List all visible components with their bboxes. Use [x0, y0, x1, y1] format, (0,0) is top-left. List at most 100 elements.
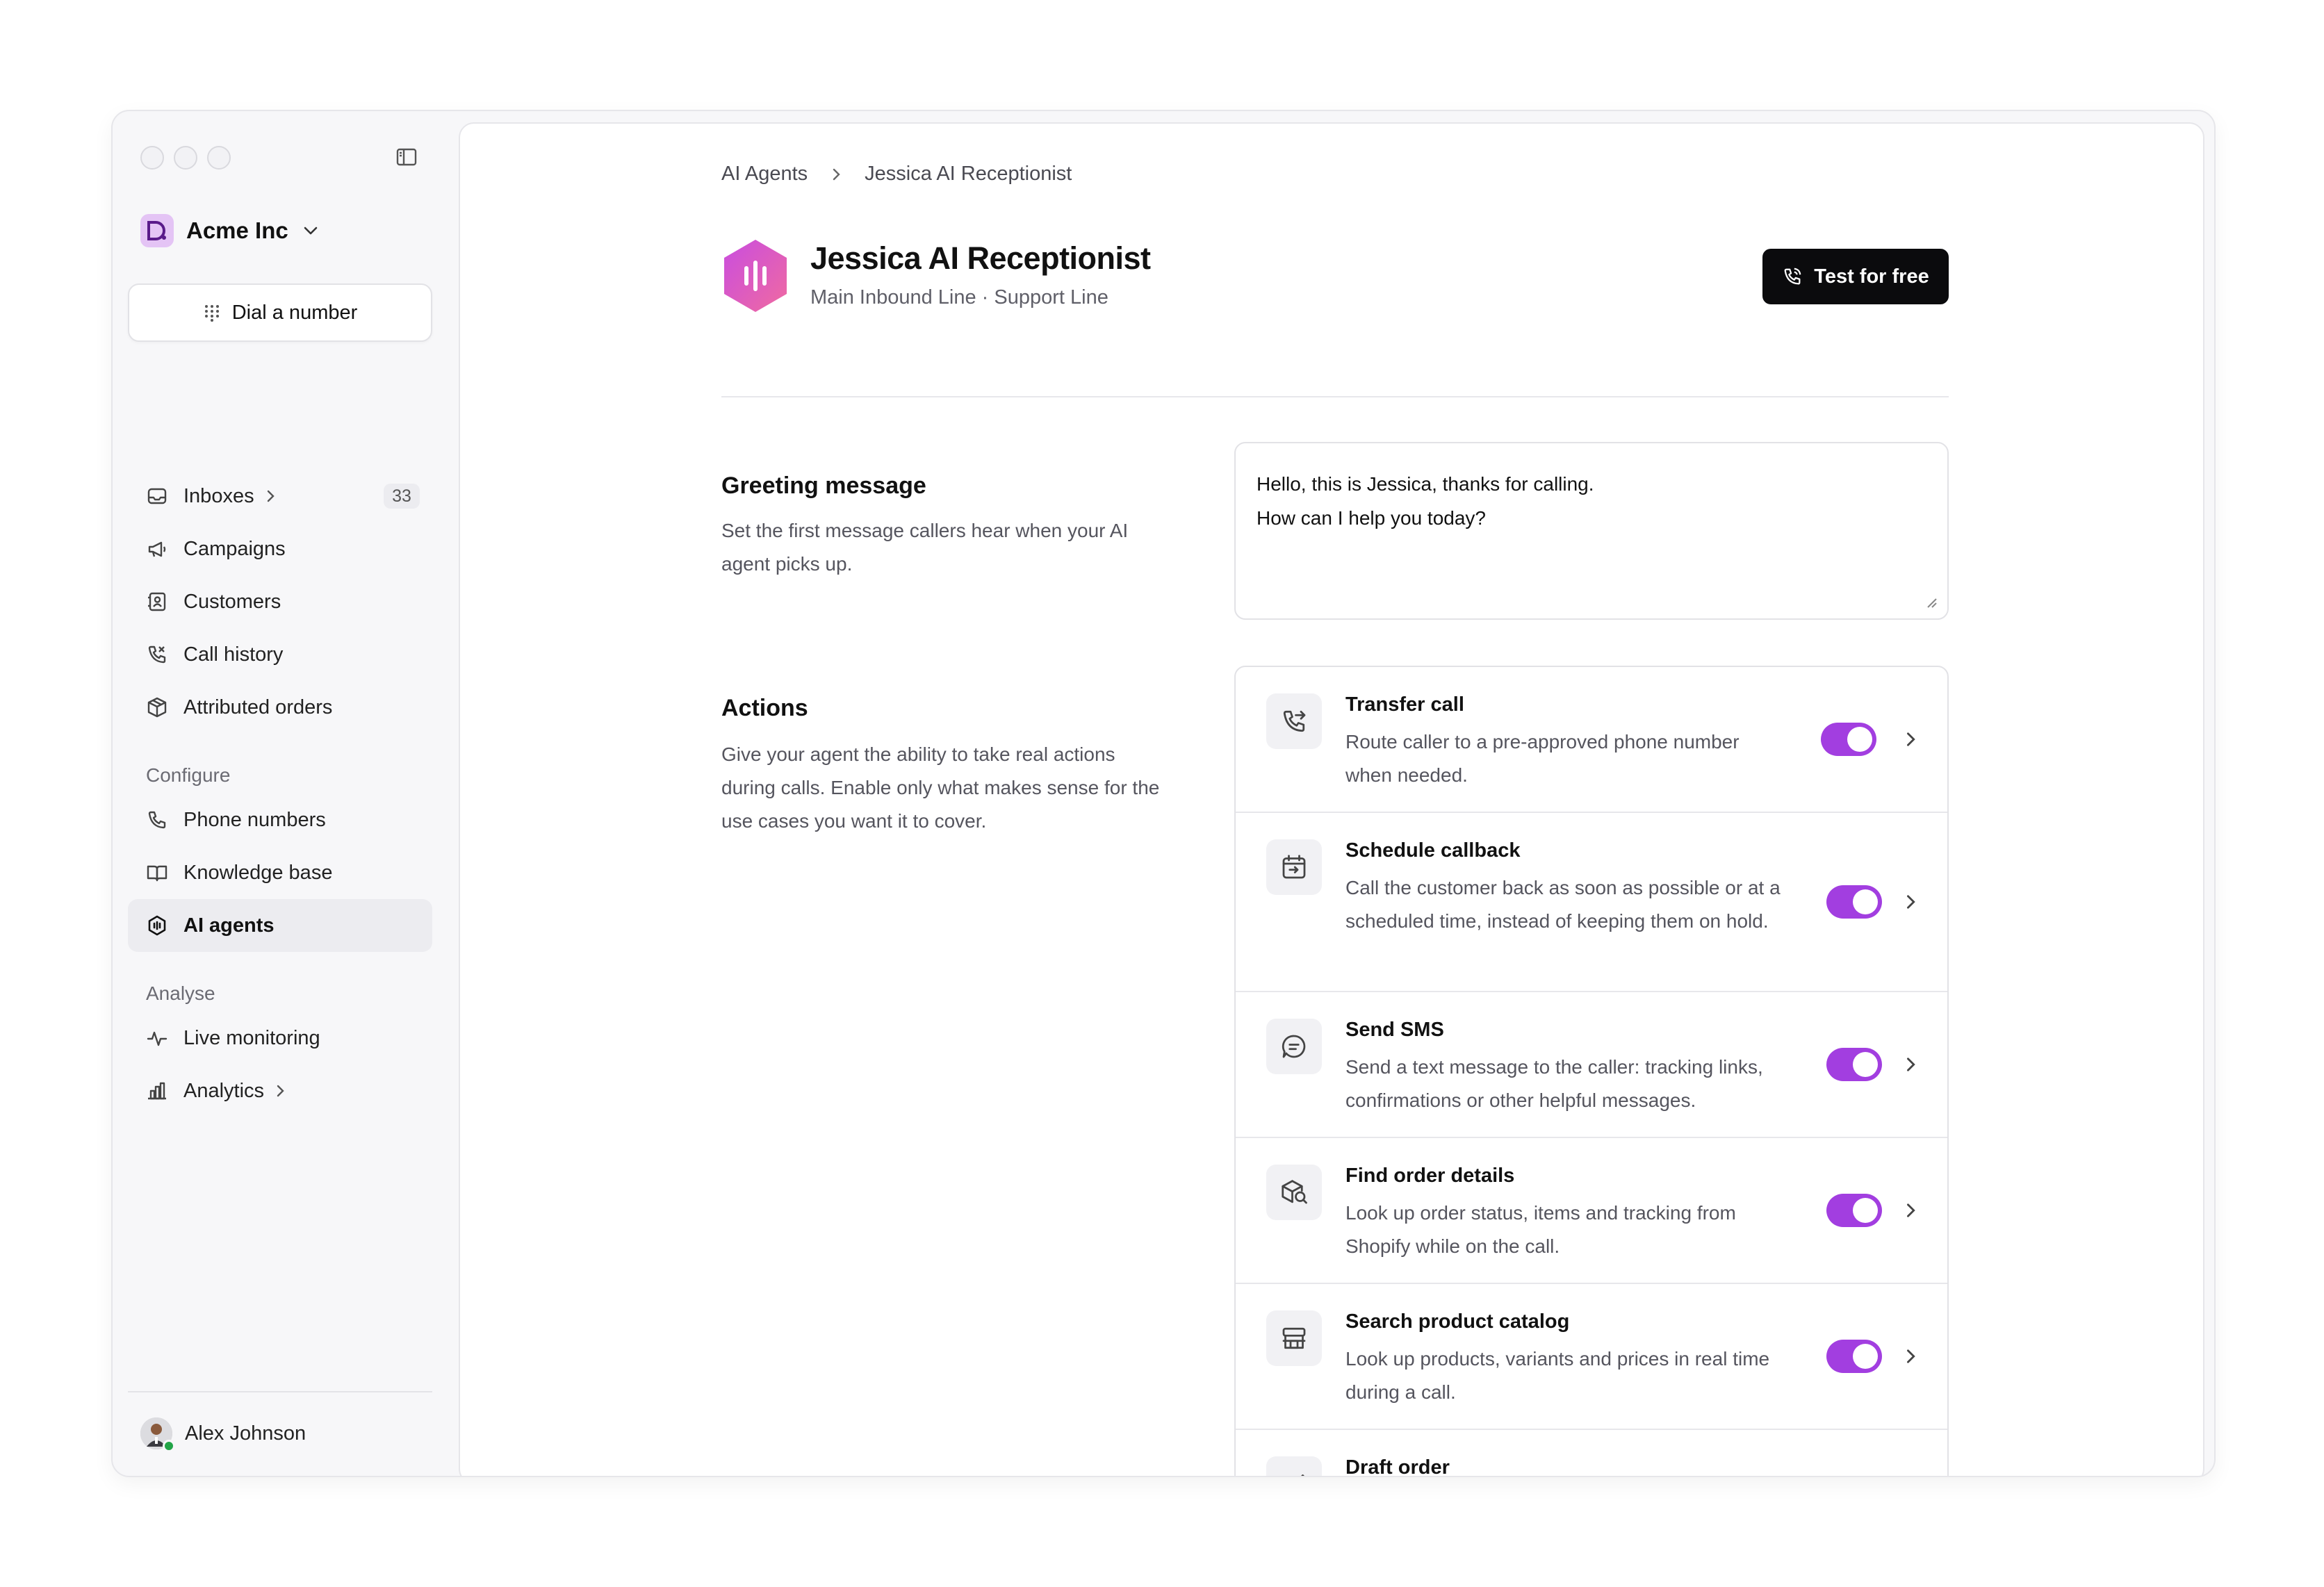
sidebar-item-label: Call history	[183, 643, 284, 666]
action-title: Draft order	[1345, 1456, 1450, 1477]
box-icon	[147, 697, 167, 718]
chevron-right-icon	[833, 168, 840, 180]
action-title: Search product catalog	[1345, 1310, 1570, 1333]
dial-number-button[interactable]: Dial a number	[128, 283, 432, 342]
breadcrumb: AI Agents Jessica AI Receptionist	[721, 163, 1072, 186]
chevron-right-icon	[267, 490, 275, 502]
sidebar-item-label: Analytics	[183, 1079, 265, 1102]
resize-handle-icon[interactable]	[1925, 596, 1938, 609]
action-icon	[1266, 839, 1322, 895]
sidebar-item-attributed-orders[interactable]: Attributed orders	[128, 681, 432, 734]
chevron-right-icon[interactable]	[1901, 1201, 1920, 1219]
package-search-icon	[1282, 1180, 1307, 1204]
chevron-right-icon[interactable]	[1901, 1347, 1920, 1365]
actions-section-title: Actions	[721, 695, 808, 721]
search-product-catalog-toggle[interactable]	[1826, 1340, 1882, 1373]
action-search-product-catalog[interactable]: Search product catalog Look up products,…	[1236, 1284, 1947, 1430]
actions-list: Transfer call Route caller to a pre-appr…	[1234, 666, 1949, 1477]
sidebar-divider	[128, 1391, 432, 1392]
test-for-free-button[interactable]: Test for free	[1762, 249, 1949, 304]
sidebar-toggle-icon[interactable]	[396, 147, 417, 167]
action-schedule-callback[interactable]: Schedule callback Call the customer back…	[1236, 813, 1947, 992]
greeting-message-textarea[interactable]: Hello, this is Jessica, thanks for calli…	[1234, 442, 1949, 620]
sidebar-item-label: Customers	[183, 590, 281, 613]
workspace-switcher[interactable]: Acme Inc	[140, 214, 320, 247]
configure-section-label: Configure	[146, 764, 231, 786]
inbox-icon	[147, 488, 167, 504]
sidebar-item-live-monitoring[interactable]: Live monitoring	[128, 1012, 432, 1064]
calendar-callback-icon	[1282, 855, 1306, 879]
phone-transfer-icon	[1283, 710, 1306, 732]
store-icon	[1282, 1327, 1306, 1349]
action-transfer-call[interactable]: Transfer call Route caller to a pre-appr…	[1236, 667, 1947, 813]
book-icon	[147, 865, 167, 882]
keypad-icon	[204, 305, 219, 322]
agent-phone-lines: Main Inbound Line · Support Line	[810, 286, 1108, 309]
chevron-right-icon[interactable]	[1901, 893, 1920, 911]
breadcrumb-current: Jessica AI Receptionist	[865, 163, 1072, 185]
send-sms-toggle[interactable]	[1826, 1048, 1882, 1081]
sidebar-item-call-history[interactable]: Call history	[128, 628, 432, 681]
action-description: Call the customer back as soon as possib…	[1345, 877, 1781, 932]
action-title: Schedule callback	[1345, 839, 1521, 862]
analyse-section-label: Analyse	[146, 982, 215, 1004]
sidebar-item-ai-agents[interactable]: AI agents	[128, 899, 432, 952]
megaphone-icon	[148, 541, 166, 557]
sidebar-item-label: Live monitoring	[183, 1026, 320, 1049]
app-window: Acme Inc Dial a number Inboxes 33 Campai…	[111, 110, 2216, 1477]
user-name: Alex Johnson	[185, 1422, 306, 1445]
inbox-count-badge: 33	[384, 484, 420, 509]
sidebar-item-label: AI agents	[183, 914, 275, 937]
action-description: Send a text message to the caller: track…	[1345, 1056, 1763, 1111]
action-icon	[1266, 1310, 1322, 1366]
window-minimize-button[interactable]	[174, 146, 197, 170]
action-description: Look up products, variants and prices in…	[1345, 1348, 1770, 1403]
message-icon	[1282, 1035, 1306, 1058]
chevron-down-icon	[304, 227, 318, 235]
transfer-call-toggle[interactable]	[1821, 723, 1876, 756]
edit-order-icon	[1301, 1474, 1304, 1476]
breadcrumb-link-ai-agents[interactable]: AI Agents	[721, 163, 808, 186]
agent-header: Jessica AI Receptionist Main Inbound Lin…	[721, 238, 1949, 321]
sidebar-item-campaigns[interactable]: Campaigns	[128, 523, 432, 575]
dial-number-label: Dial a number	[231, 301, 358, 324]
action-send-sms[interactable]: Send SMS Send a text message to the call…	[1236, 992, 1947, 1138]
workspace-name: Acme Inc	[186, 217, 288, 243]
greeting-section-title: Greeting message	[721, 472, 926, 499]
greeting-line-1: Hello, this is Jessica, thanks for calli…	[1257, 473, 1594, 495]
action-icon	[1266, 1165, 1322, 1220]
action-description: Route caller to a pre-approved phone num…	[1345, 731, 1740, 786]
sidebar-item-inboxes[interactable]: Inboxes 33	[128, 470, 432, 523]
action-draft-order[interactable]: Draft order	[1236, 1430, 1947, 1477]
contacts-icon	[148, 592, 166, 611]
sidebar-item-label: Phone numbers	[183, 808, 326, 831]
sidebar-item-label: Campaigns	[183, 537, 286, 560]
chevron-right-icon	[277, 1085, 284, 1097]
main-panel: AI Agents Jessica AI Receptionist Jessic…	[459, 122, 2204, 1477]
action-find-order-details[interactable]: Find order details Look up order status,…	[1236, 1138, 1947, 1284]
sidebar-item-customers[interactable]: Customers	[128, 575, 432, 628]
greeting-section-description: Set the first message callers hear when …	[721, 520, 1129, 575]
greeting-line-2: How can I help you today?	[1257, 507, 1486, 529]
bar-chart-icon	[148, 1082, 166, 1100]
sidebar-item-label: Attributed orders	[183, 696, 333, 718]
ai-agent-icon	[148, 915, 166, 936]
avatar	[140, 1417, 175, 1452]
window-maximize-button[interactable]	[207, 146, 231, 170]
action-title: Find order details	[1345, 1165, 1515, 1187]
action-icon	[1266, 693, 1322, 749]
find-order-details-toggle[interactable]	[1826, 1194, 1882, 1227]
action-icon	[1266, 1456, 1322, 1476]
sidebar-item-phone-numbers[interactable]: Phone numbers	[128, 794, 432, 846]
phone-call-icon	[1784, 268, 1801, 285]
sidebar-item-analytics[interactable]: Analytics	[128, 1064, 432, 1117]
user-profile[interactable]: Alex Johnson	[140, 1417, 306, 1452]
agent-logo-icon	[724, 240, 787, 312]
window-close-button[interactable]	[140, 146, 164, 170]
sidebar-item-knowledge-base[interactable]: Knowledge base	[128, 846, 432, 899]
schedule-callback-toggle[interactable]	[1826, 885, 1882, 919]
pulse-icon	[147, 1031, 167, 1046]
chevron-right-icon[interactable]	[1901, 730, 1920, 748]
sidebar-item-label: Knowledge base	[183, 861, 333, 884]
chevron-right-icon[interactable]	[1901, 1055, 1920, 1074]
